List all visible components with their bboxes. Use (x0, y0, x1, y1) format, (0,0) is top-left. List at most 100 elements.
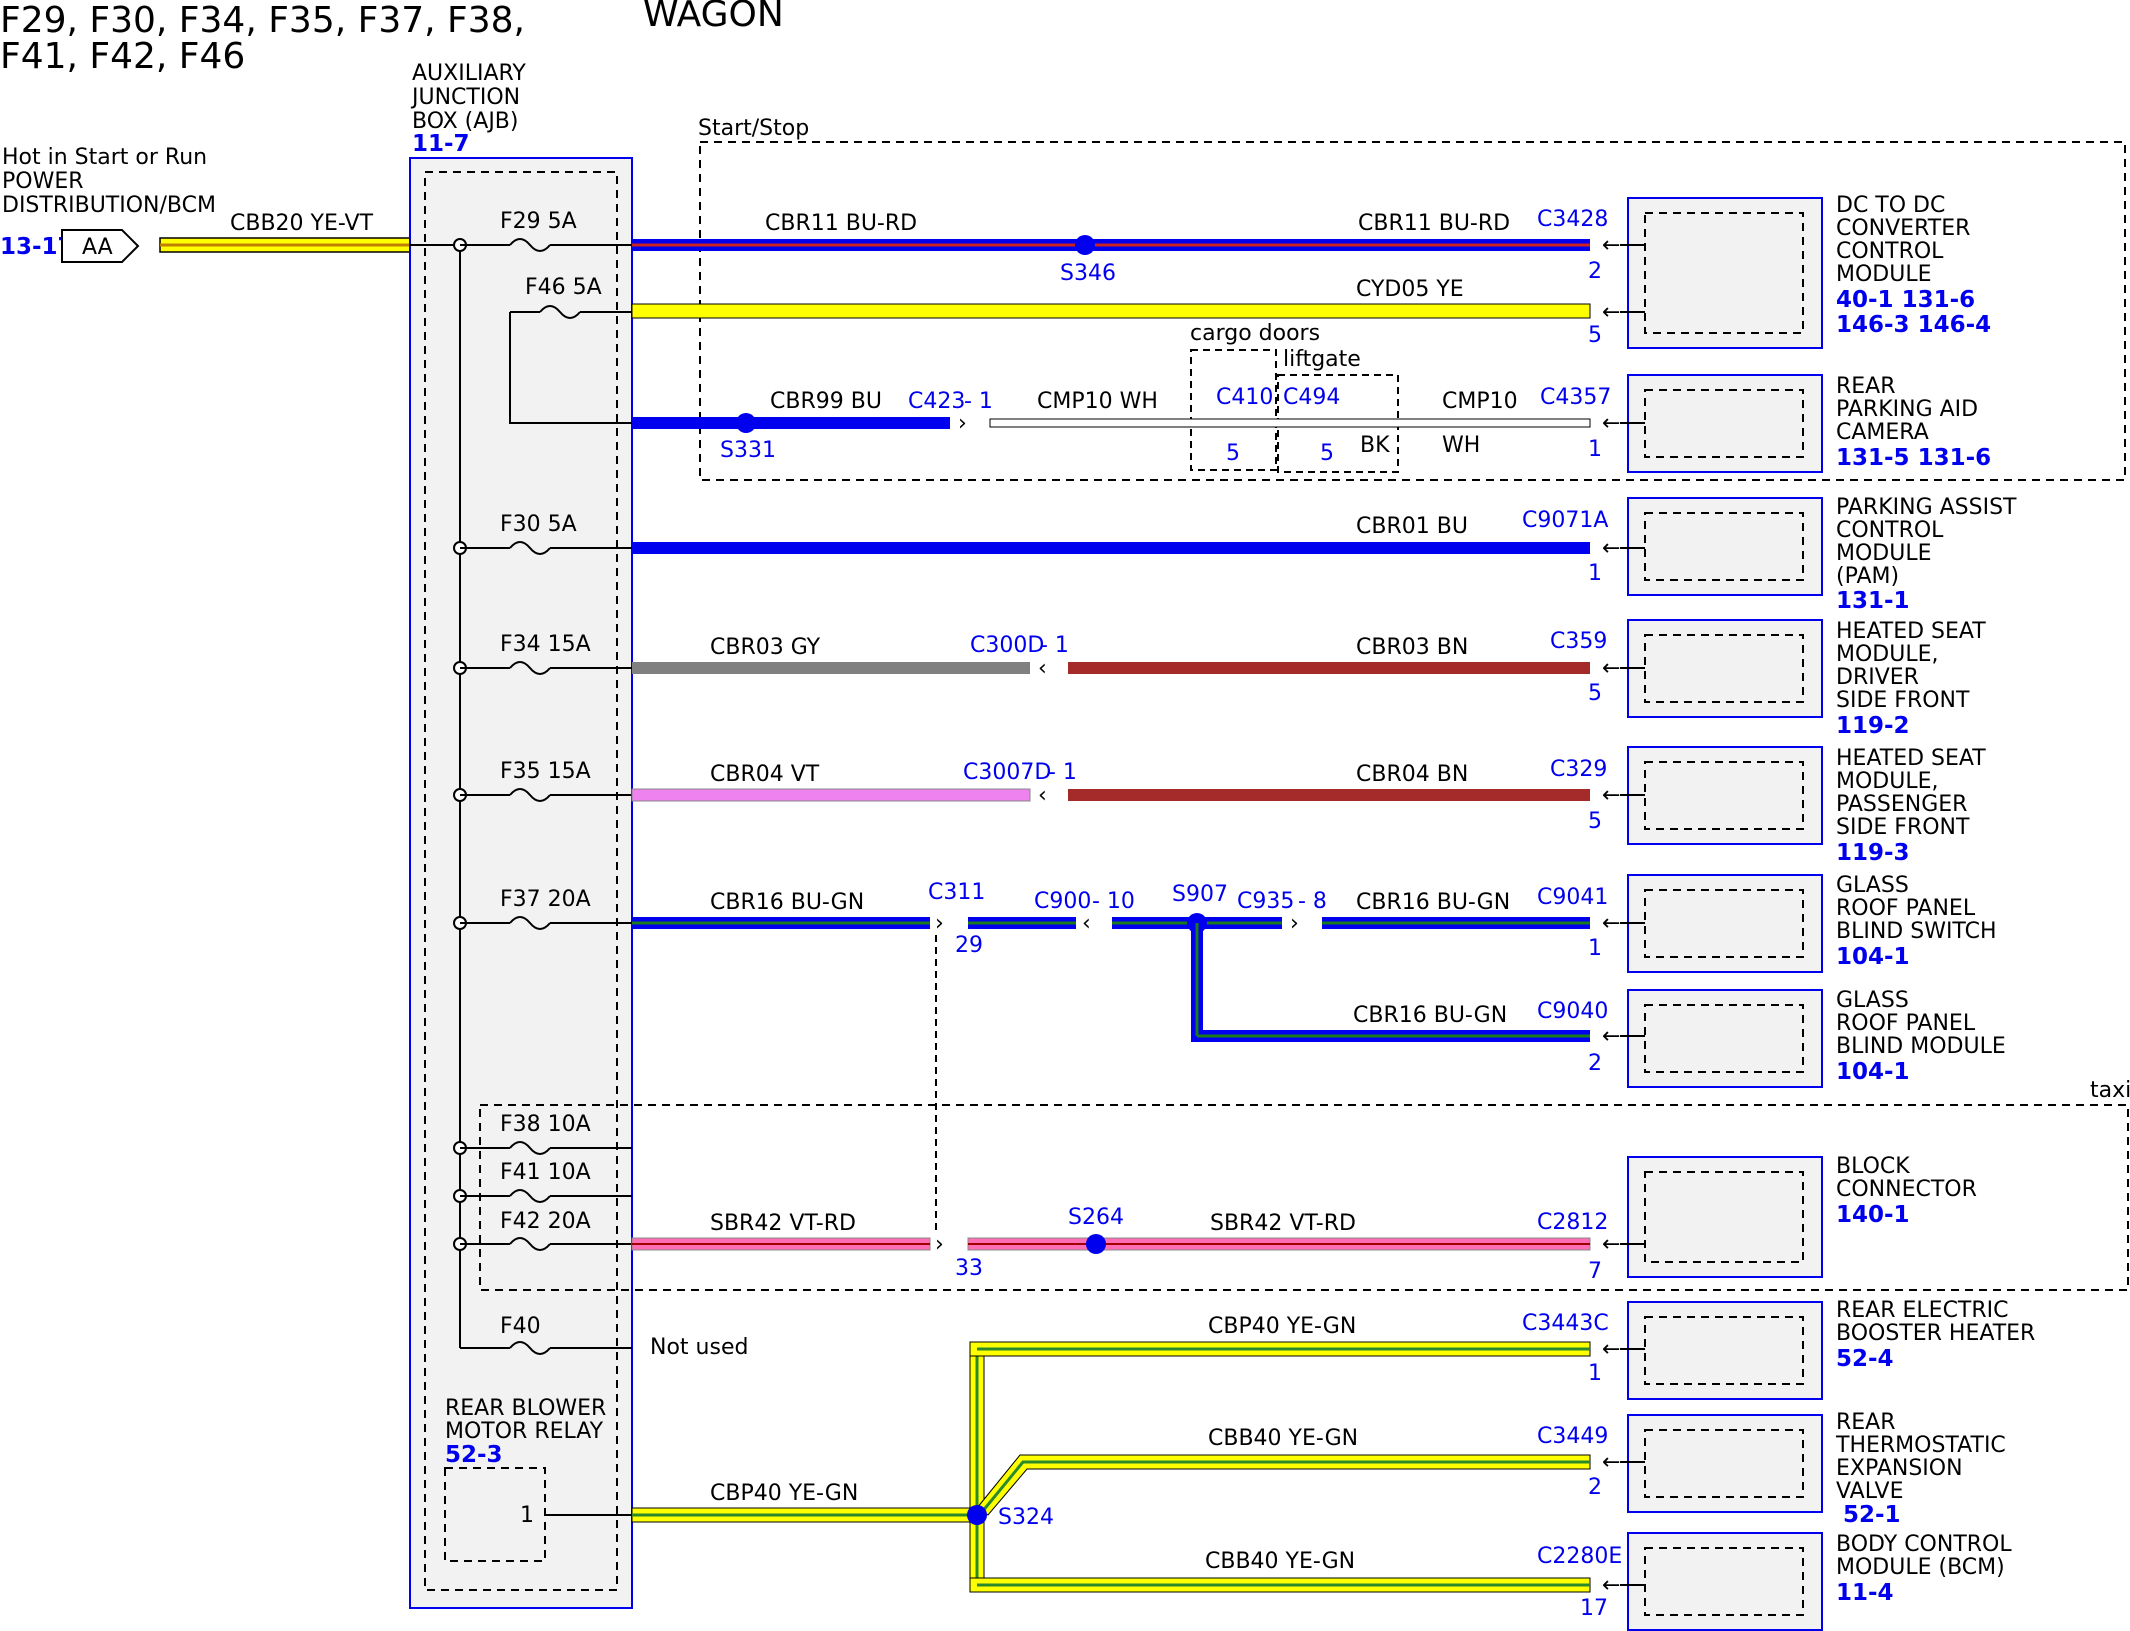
connector-c3449: C3449 (1537, 1424, 1608, 1449)
svg-text:CONTROL: CONTROL (1836, 239, 1944, 264)
svg-text:CONTROL: CONTROL (1836, 518, 1944, 543)
svg-text:←: ← (1602, 1337, 1620, 1362)
svg-text:CBR16 BU-GN: CBR16 BU-GN (710, 890, 864, 915)
svg-text:2: 2 (1588, 1475, 1602, 1500)
svg-text:›: › (935, 1232, 944, 1257)
fuse-f40: F40 (500, 1314, 541, 1339)
svg-text:DC TO DC: DC TO DC (1836, 193, 1945, 218)
variant-label: WAGON (643, 0, 784, 35)
ajb-ref[interactable]: 11-7 (412, 131, 470, 157)
hsdf-ref[interactable]: 119-2 (1836, 713, 1910, 739)
fuse-f38: F38 10A (500, 1112, 591, 1137)
svg-text:←: ← (1602, 1232, 1620, 1257)
svg-text:←: ← (1602, 1024, 1620, 1049)
svg-text:2: 2 (1588, 259, 1602, 284)
dcdc-ref-1[interactable]: 40-1 131-6 (1836, 287, 1975, 313)
svg-text:CBR04 VT: CBR04 VT (710, 762, 820, 787)
module-body-control-module: BODY CONTROL MODULE (BCM) 11-4 (1836, 1532, 2012, 1606)
fuse-f41: F41 10A (500, 1160, 591, 1185)
svg-text:GLASS: GLASS (1836, 988, 1909, 1013)
bcm-ref[interactable]: 11-4 (1836, 1580, 1894, 1606)
svg-text:cargo doors: cargo doors (1190, 321, 1320, 346)
wire-cbr01: CBR01 BU C9071A 1 ← (632, 508, 1620, 586)
svg-text:REAR ELECTRIC: REAR ELECTRIC (1836, 1298, 2009, 1323)
svg-text:VALVE: VALVE (1836, 1479, 1903, 1504)
svg-text:JUNCTION: JUNCTION (410, 85, 520, 110)
rpac-ref[interactable]: 131-5 131-6 (1836, 445, 1991, 471)
not-used-label: Not used (650, 1335, 748, 1360)
svg-text:17: 17 (1580, 1596, 1608, 1621)
svg-text:THERMOSTATIC: THERMOSTATIC (1835, 1433, 2006, 1458)
wire-cbr04: CBR04 VT CBR04 BN C3007D - 1 ‹ C329 5 ← (631, 757, 1620, 834)
module-rear-electric-booster-heater: REAR ELECTRIC BOOSTER HEATER 52-4 (1836, 1298, 2035, 1372)
svg-text:5: 5 (1588, 681, 1602, 706)
svg-text:CAMERA: CAMERA (1836, 420, 1929, 445)
module-rear-thermostatic-expansion-valve: REAR THERMOSTATIC EXPANSION VALVE 52-1 (1835, 1410, 2006, 1528)
wiring-diagram: F29, F30, F34, F35, F37, F38, F41, F42, … (0, 0, 2130, 1631)
svg-text:CBB20 YE-VT: CBB20 YE-VT (230, 211, 374, 236)
svg-text:CBP40 YE-GN: CBP40 YE-GN (710, 1481, 858, 1506)
splice-s907: S907 (1172, 882, 1228, 907)
wire-cbr03: CBR03 GY CBR03 BN C300D - 1 ‹ C359 5 ← (632, 629, 1620, 706)
grpbm-ref[interactable]: 104-1 (1836, 1059, 1910, 1085)
svg-text:›: › (1290, 911, 1299, 936)
svg-text:5: 5 (1588, 323, 1602, 348)
svg-text:EXPANSION: EXPANSION (1836, 1456, 1963, 1481)
connector-c2280e: C2280E (1537, 1544, 1622, 1569)
rtev-ref[interactable]: 52-1 (1843, 1502, 1901, 1528)
connector-c300d: C300D (970, 633, 1044, 658)
svg-text:DRIVER: DRIVER (1836, 665, 1919, 690)
svg-text:SIDE FRONT: SIDE FRONT (1836, 688, 1970, 713)
module-rear-parking-aid-camera: REAR PARKING AID CAMERA 131-5 131-6 (1836, 374, 1991, 471)
svg-text:SBR42 VT-RD: SBR42 VT-RD (710, 1211, 856, 1236)
svg-text:←: ← (1602, 783, 1620, 808)
svg-text:1: 1 (1588, 437, 1602, 462)
connector-c329: C329 (1550, 757, 1607, 782)
wire-cbr11: CBR11 BU-RD CBR11 BU-RD S346 C3428 2 ← (632, 207, 1620, 286)
hspf-ref[interactable]: 119-3 (1836, 840, 1910, 866)
svg-text:BLIND MODULE: BLIND MODULE (1836, 1034, 2006, 1059)
connector-c410: C410 (1216, 385, 1273, 410)
connector-c900: C900 (1034, 889, 1091, 914)
svg-text:←: ← (1602, 411, 1620, 436)
svg-text:- 10: - 10 (1092, 889, 1135, 914)
fuse-f46: F46 5A (525, 275, 602, 300)
svg-text:1: 1 (1588, 1361, 1602, 1386)
svg-text:- 1: - 1 (1048, 760, 1077, 785)
grpbs-ref[interactable]: 104-1 (1836, 944, 1910, 970)
block-ref[interactable]: 140-1 (1836, 1202, 1910, 1228)
svg-text:HEATED SEAT: HEATED SEAT (1836, 746, 1986, 771)
svg-text:REAR: REAR (1836, 1410, 1896, 1435)
wire-cyd05: CYD05 YE 5 ← (631, 277, 1620, 348)
svg-text:CBB40 YE-GN: CBB40 YE-GN (1208, 1426, 1358, 1451)
svg-text:←: ← (1602, 1573, 1620, 1598)
svg-text:CBR01 BU: CBR01 BU (1356, 514, 1468, 539)
fuse-f35: F35 15A (500, 759, 591, 784)
svg-text:MODULE,: MODULE, (1836, 642, 1939, 667)
connector-c494: C494 (1283, 385, 1340, 410)
svg-text:SIDE FRONT: SIDE FRONT (1836, 815, 1970, 840)
fuse-f42: F42 20A (500, 1209, 591, 1234)
svg-text:‹: ‹ (1038, 656, 1047, 681)
svg-text:PARKING ASSIST: PARKING ASSIST (1836, 495, 2017, 520)
fuse-f29: F29 5A (500, 209, 577, 234)
svg-text:CMP10 WH: CMP10 WH (1037, 389, 1158, 414)
svg-text:←: ← (1602, 233, 1620, 258)
power-source: Hot in Start or Run POWER DISTRIBUTION/B… (0, 145, 411, 263)
wire-sbr42: › SBR42 VT-RD SBR42 VT-RD 33 S264 C2812 … (631, 1205, 1620, 1284)
connector-c3443c: C3443C (1522, 1311, 1609, 1336)
svg-text:CYD05 YE: CYD05 YE (1356, 277, 1464, 302)
dcdc-ref-2[interactable]: 146-3 146-4 (1836, 312, 1991, 338)
pam-ref[interactable]: 131-1 (1836, 588, 1910, 614)
svg-text:1: 1 (520, 1503, 534, 1528)
relay-ref[interactable]: 52-3 (445, 1442, 503, 1468)
rebh-ref[interactable]: 52-4 (1836, 1346, 1894, 1372)
svg-text:←: ← (1602, 911, 1620, 936)
module-block-connector: BLOCK CONNECTOR 140-1 (1836, 1154, 1977, 1228)
svg-text:REAR: REAR (1836, 374, 1896, 399)
splice-s346: S346 (1060, 261, 1116, 286)
svg-text:liftgate: liftgate (1283, 347, 1361, 372)
module-dcdc: DC TO DC CONVERTER CONTROL MODULE 40-1 1… (1836, 193, 1991, 338)
svg-text:ROOF PANEL: ROOF PANEL (1836, 896, 1976, 921)
svg-text:(PAM): (PAM) (1836, 564, 1899, 589)
